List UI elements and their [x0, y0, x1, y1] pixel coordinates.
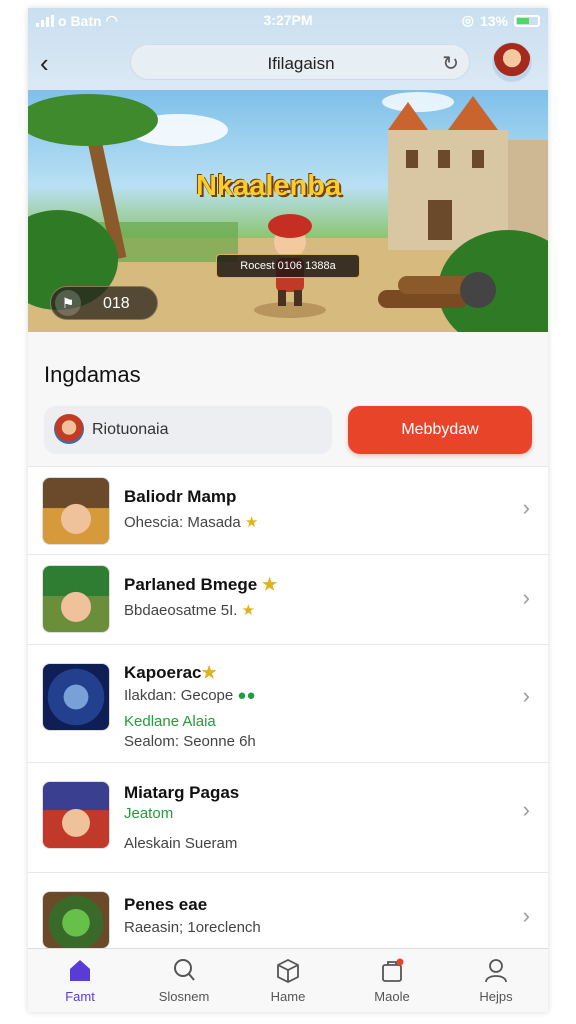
- primary-action-button[interactable]: Mebbydaw: [348, 406, 532, 454]
- search-icon: [174, 959, 195, 981]
- game-icon-explorer: [42, 477, 110, 545]
- star-icon: ★: [261, 575, 278, 594]
- list-item[interactable]: Penes eae Raeasin; 1oreclench ›: [28, 872, 548, 949]
- tab-search[interactable]: Slosnem: [132, 957, 236, 1004]
- avatar[interactable]: [492, 42, 532, 82]
- gem-icon: ●●: [237, 687, 256, 704]
- tab-home[interactable]: Famt: [28, 957, 132, 1004]
- address-bar[interactable]: Ifilagaisn ↻: [130, 44, 470, 80]
- star-icon: ★: [241, 602, 256, 619]
- game-subtitle: Bbdaeosatme 5I. ★: [124, 602, 256, 619]
- chevron-right-icon: ›: [522, 903, 530, 928]
- tab-bag[interactable]: Maole: [340, 957, 444, 1004]
- profile-name: Riotuonaia: [92, 421, 169, 438]
- game-icon-wizard: [42, 781, 110, 849]
- hero-title: Nkaalenba: [196, 170, 342, 202]
- tab-label: Famt: [65, 989, 95, 1004]
- battery-icon: [514, 14, 540, 27]
- tab-label: Hame: [270, 989, 306, 1004]
- bag-icon: [382, 958, 404, 982]
- game-icon-adventurer: [42, 565, 110, 633]
- star-icon: ★: [244, 514, 259, 531]
- hero-score-bar: Rocest 0106 1388a: [216, 254, 360, 278]
- box-icon: [277, 958, 299, 983]
- reload-icon[interactable]: ↻: [442, 51, 459, 76]
- hero-badge[interactable]: ⚑ 018: [50, 286, 158, 320]
- profile-selector[interactable]: Riotuonaia: [44, 406, 332, 454]
- profile-avatar: [54, 414, 84, 444]
- status-right: ◎ 13%: [462, 12, 540, 29]
- list-item[interactable]: Kapoerac★ Ilakdan: Gecope ●● Kedlane Ala…: [28, 644, 548, 762]
- home-icon: [70, 960, 90, 981]
- hero-badge-value: 018: [103, 295, 130, 312]
- list-item[interactable]: Miatarg Pagas Jeatom Aleskain Sueram ›: [28, 762, 548, 872]
- tab-label: Slosnem: [158, 989, 210, 1004]
- game-icon-goblin: [42, 891, 110, 949]
- game-subtitle: Raeasin; 1oreclench: [124, 919, 261, 936]
- game-price: Jeatom: [124, 805, 174, 822]
- tab-profile[interactable]: Hejps: [444, 957, 548, 1004]
- star-icon: ★: [201, 663, 217, 682]
- browser-header: o Batn ◠ 3:27PM ◎ 13% ‹ Ifilagaisn ↻: [28, 8, 548, 90]
- user-icon: [485, 959, 507, 983]
- stopwatch-icon: ⚑: [55, 290, 81, 316]
- section-title: Ingdamas: [44, 362, 141, 387]
- back-button[interactable]: ‹: [40, 48, 66, 78]
- game-title: Baliodr Mamp: [124, 487, 237, 506]
- game-title: Penes eae: [124, 895, 208, 914]
- battery-percent: 13%: [479, 12, 508, 29]
- list-item[interactable]: Parlaned Bmege ★ Bbdaeosatme 5I. ★ ›: [28, 554, 548, 644]
- game-subtitle: Ilakdan: Gecope ●●: [124, 687, 256, 704]
- game-title: Kapoerac★: [124, 663, 217, 682]
- game-subtitle: Ohescia: Masada ★: [124, 514, 259, 531]
- hero-banner[interactable]: Nkaalenba Rocest 0106 1388a ⚑ 018: [28, 90, 548, 332]
- game-title: Parlaned Bmege ★: [124, 575, 278, 594]
- tab-box[interactable]: Hame: [236, 957, 340, 1004]
- tab-label: Hejps: [479, 989, 513, 1004]
- tab-label: Maole: [374, 989, 410, 1004]
- game-title: Miatarg Pagas: [124, 783, 240, 802]
- game-session: Sealom: Seonne 6h: [124, 733, 256, 750]
- chevron-right-icon: ›: [522, 683, 530, 708]
- game-subtitle: Aleskain Sueram: [124, 835, 238, 852]
- game-price: Kedlane Alaia: [124, 713, 216, 730]
- alarm-icon: ◎: [461, 12, 474, 28]
- status-bar: o Batn ◠ 3:27PM ◎ 13%: [28, 8, 548, 34]
- phone-frame: o Batn ◠ 3:27PM ◎ 13% ‹ Ifilagaisn ↻ Nka…: [28, 8, 548, 1012]
- nav-bar: ‹ Ifilagaisn ↻: [28, 40, 548, 86]
- bottom-tab-bar: Famt Slosnem Hame Maole Hejps: [28, 948, 548, 1012]
- chevron-right-icon: ›: [522, 585, 530, 610]
- chevron-right-icon: ›: [522, 495, 530, 520]
- game-icon-robot: [42, 663, 110, 731]
- address-text: Ifilagaisn: [267, 54, 335, 73]
- chevron-right-icon: ›: [522, 797, 530, 822]
- list-item[interactable]: Baliodr Mamp Ohescia: Masada ★ ›: [28, 466, 548, 554]
